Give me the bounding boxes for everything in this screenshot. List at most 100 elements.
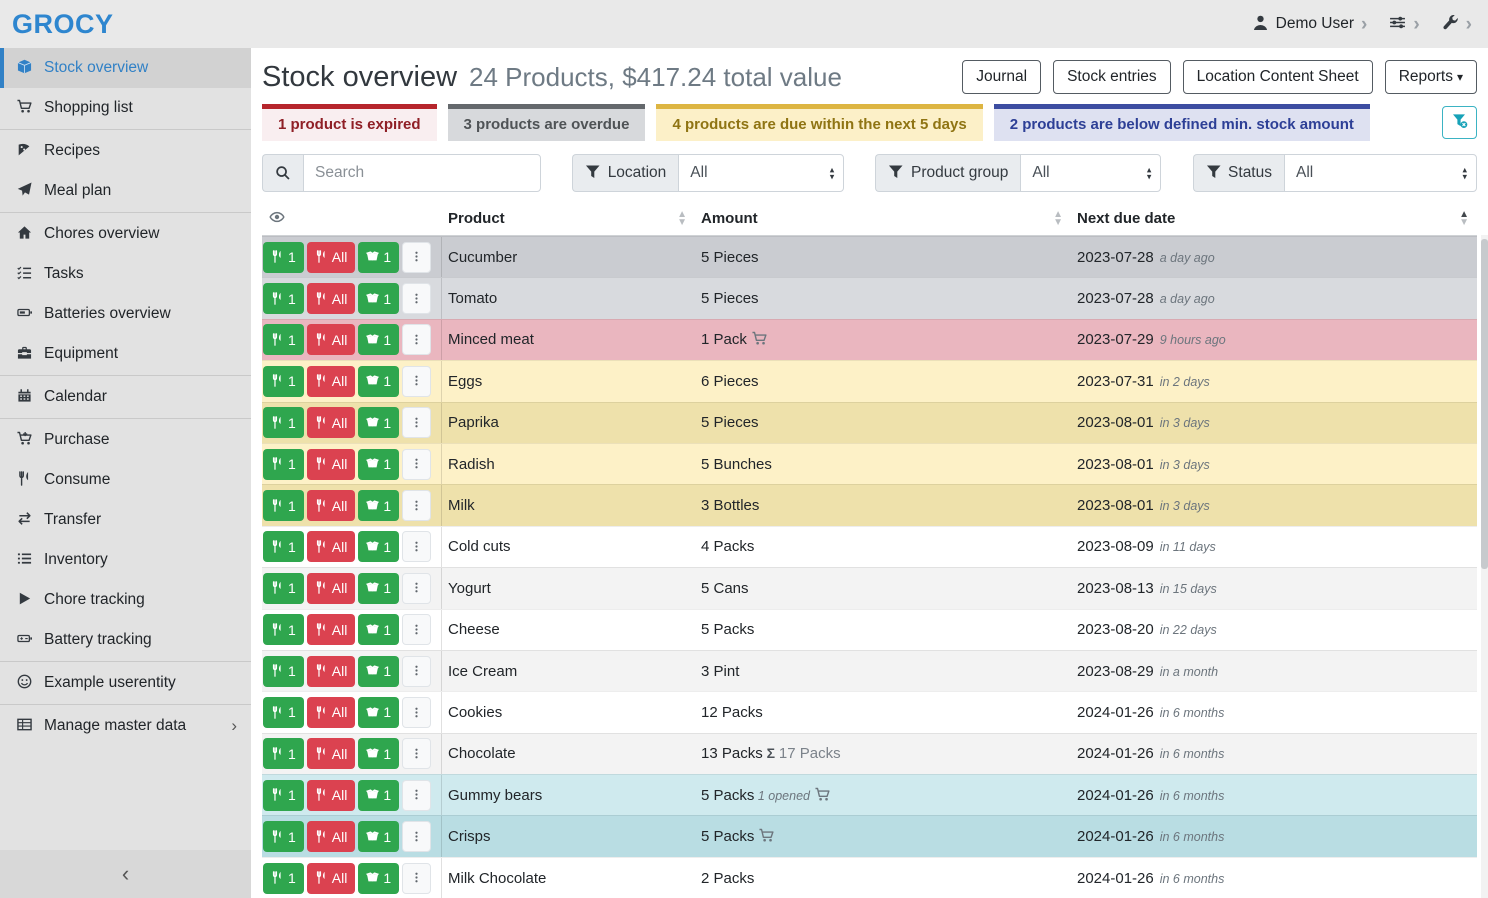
column-visibility-toggle[interactable]: [262, 202, 442, 235]
consume-one-button[interactable]: 1: [263, 490, 304, 521]
open-one-button[interactable]: 1: [358, 614, 399, 645]
row-menu-button[interactable]: [402, 324, 431, 355]
sidebar-item-inventory[interactable]: Inventory: [0, 540, 251, 580]
sidebar-item-stock-overview[interactable]: Stock overview: [0, 48, 251, 88]
consume-one-button[interactable]: 1: [263, 863, 304, 894]
open-one-button[interactable]: 1: [358, 863, 399, 894]
row-menu-button[interactable]: [402, 863, 431, 894]
consume-all-button[interactable]: All: [307, 242, 356, 273]
column-header-product[interactable]: Product▲▼: [442, 202, 695, 235]
open-one-button[interactable]: 1: [358, 449, 399, 480]
consume-all-button[interactable]: All: [307, 780, 356, 811]
consume-all-button[interactable]: All: [307, 863, 356, 894]
consume-all-button[interactable]: All: [307, 573, 356, 604]
consume-all-button[interactable]: All: [307, 738, 356, 769]
stock-entries-button[interactable]: Stock entries: [1053, 60, 1171, 94]
consume-one-button[interactable]: 1: [263, 324, 304, 355]
consume-all-button[interactable]: All: [307, 531, 356, 562]
alert-overdue[interactable]: 3 products are overdue: [448, 104, 646, 141]
row-menu-button[interactable]: [402, 656, 431, 687]
alert-duesoon[interactable]: 4 products are due within the next 5 day…: [656, 104, 982, 141]
row-menu-button[interactable]: [402, 614, 431, 645]
open-one-button[interactable]: 1: [358, 821, 399, 852]
consume-one-button[interactable]: 1: [263, 821, 304, 852]
consume-one-button[interactable]: 1: [263, 407, 304, 438]
consume-all-button[interactable]: All: [307, 656, 356, 687]
row-menu-button[interactable]: [402, 242, 431, 273]
sidebar-item-recipes[interactable]: Recipes: [0, 131, 251, 171]
open-one-button[interactable]: 1: [358, 573, 399, 604]
open-one-button[interactable]: 1: [358, 738, 399, 769]
row-menu-button[interactable]: [402, 407, 431, 438]
row-menu-button[interactable]: [402, 573, 431, 604]
consume-all-button[interactable]: All: [307, 449, 356, 480]
row-menu-button[interactable]: [402, 449, 431, 480]
open-one-button[interactable]: 1: [358, 656, 399, 687]
sidebar-item-equipment[interactable]: Equipment: [0, 334, 251, 374]
consume-one-button[interactable]: 1: [263, 573, 304, 604]
alert-belowmin[interactable]: 2 products are below defined min. stock …: [994, 104, 1370, 141]
sidebar-item-example-userentity[interactable]: Example userentity: [0, 663, 251, 703]
journal-button[interactable]: Journal: [962, 60, 1041, 94]
location-filter-select[interactable]: All▴▾: [678, 154, 844, 192]
column-header-next-due-date[interactable]: Next due date▲▼: [1071, 202, 1477, 235]
open-one-button[interactable]: 1: [358, 531, 399, 562]
row-menu-button[interactable]: [402, 821, 431, 852]
consume-all-button[interactable]: All: [307, 614, 356, 645]
sidebar-item-transfer[interactable]: Transfer: [0, 500, 251, 540]
clear-filter-button[interactable]: [1442, 106, 1477, 139]
location-content-sheet-button[interactable]: Location Content Sheet: [1183, 60, 1373, 94]
open-one-button[interactable]: 1: [358, 366, 399, 397]
scrollbar-thumb[interactable]: [1481, 239, 1488, 569]
sidebar-item-purchase[interactable]: Purchase: [0, 420, 251, 460]
user-menu[interactable]: Demo User ›: [1252, 14, 1368, 34]
sidebar-item-batteries-overview[interactable]: Batteries overview: [0, 294, 251, 334]
sidebar-item-chores-overview[interactable]: Chores overview: [0, 214, 251, 254]
open-one-button[interactable]: 1: [358, 324, 399, 355]
open-one-button[interactable]: 1: [358, 407, 399, 438]
row-menu-button[interactable]: [402, 531, 431, 562]
row-menu-button[interactable]: [402, 697, 431, 728]
row-menu-button[interactable]: [402, 738, 431, 769]
consume-all-button[interactable]: All: [307, 366, 356, 397]
table-scrollbar[interactable]: [1481, 235, 1488, 898]
consume-one-button[interactable]: 1: [263, 531, 304, 562]
sidebar-item-battery-tracking[interactable]: Battery tracking: [0, 620, 251, 660]
consume-one-button[interactable]: 1: [263, 449, 304, 480]
consume-one-button[interactable]: 1: [263, 614, 304, 645]
consume-one-button[interactable]: 1: [263, 283, 304, 314]
sidebar-item-meal-plan[interactable]: Meal plan: [0, 171, 251, 211]
admin-menu[interactable]: ›: [1442, 14, 1472, 34]
search-input[interactable]: [315, 164, 529, 182]
sidebar-collapse-button[interactable]: ‹: [0, 850, 251, 898]
consume-one-button[interactable]: 1: [263, 656, 304, 687]
row-menu-button[interactable]: [402, 490, 431, 521]
consume-all-button[interactable]: All: [307, 407, 356, 438]
consume-one-button[interactable]: 1: [263, 242, 304, 273]
consume-all-button[interactable]: All: [307, 283, 356, 314]
alert-expired[interactable]: 1 product is expired: [262, 104, 437, 141]
status-filter-select[interactable]: All▴▾: [1284, 154, 1477, 192]
open-one-button[interactable]: 1: [358, 242, 399, 273]
open-one-button[interactable]: 1: [358, 283, 399, 314]
product-group-filter-select[interactable]: All▴▾: [1020, 154, 1161, 192]
column-header-amount[interactable]: Amount▲▼: [695, 202, 1071, 235]
consume-one-button[interactable]: 1: [263, 697, 304, 728]
sidebar-item-manage-master-data[interactable]: Manage master data›: [0, 706, 251, 746]
settings-menu[interactable]: ›: [1389, 14, 1419, 34]
reports-button[interactable]: Reports▾: [1385, 60, 1477, 94]
open-one-button[interactable]: 1: [358, 490, 399, 521]
consume-all-button[interactable]: All: [307, 697, 356, 728]
consume-one-button[interactable]: 1: [263, 738, 304, 769]
sidebar-item-consume[interactable]: Consume: [0, 460, 251, 500]
open-one-button[interactable]: 1: [358, 697, 399, 728]
row-menu-button[interactable]: [402, 780, 431, 811]
row-menu-button[interactable]: [402, 366, 431, 397]
consume-all-button[interactable]: All: [307, 821, 356, 852]
sidebar-item-shopping-list[interactable]: Shopping list: [0, 88, 251, 128]
consume-one-button[interactable]: 1: [263, 780, 304, 811]
open-one-button[interactable]: 1: [358, 780, 399, 811]
consume-one-button[interactable]: 1: [263, 366, 304, 397]
sidebar-item-tasks[interactable]: Tasks: [0, 254, 251, 294]
row-menu-button[interactable]: [402, 283, 431, 314]
